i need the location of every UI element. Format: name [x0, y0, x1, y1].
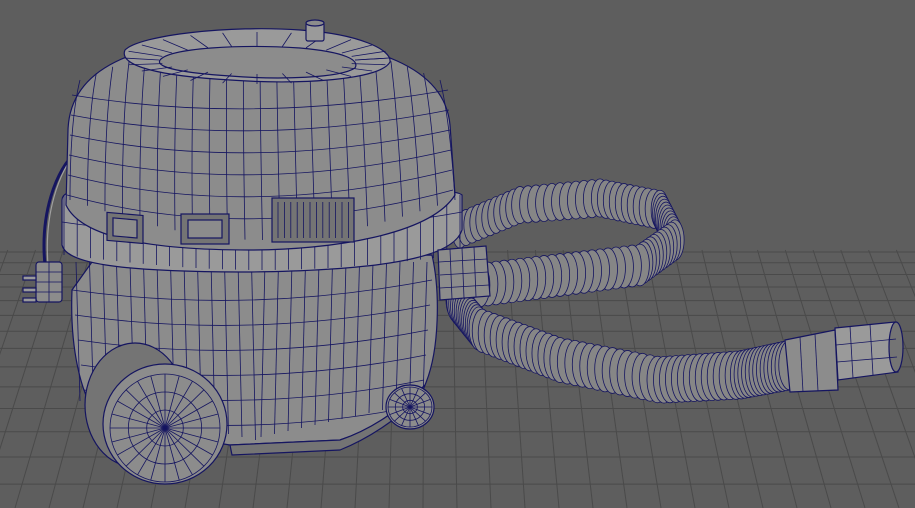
front-vent-grille [271, 197, 355, 243]
lid-knob[interactable] [305, 19, 325, 42]
front-vent-small [180, 213, 230, 245]
3d-viewport[interactable] [0, 0, 915, 508]
hose-nozzle[interactable] [784, 321, 904, 393]
side-vent-left [106, 211, 144, 245]
front-caster[interactable] [385, 384, 435, 430]
viewport-canvas[interactable] [0, 0, 915, 508]
hose-cuff[interactable] [437, 245, 491, 301]
